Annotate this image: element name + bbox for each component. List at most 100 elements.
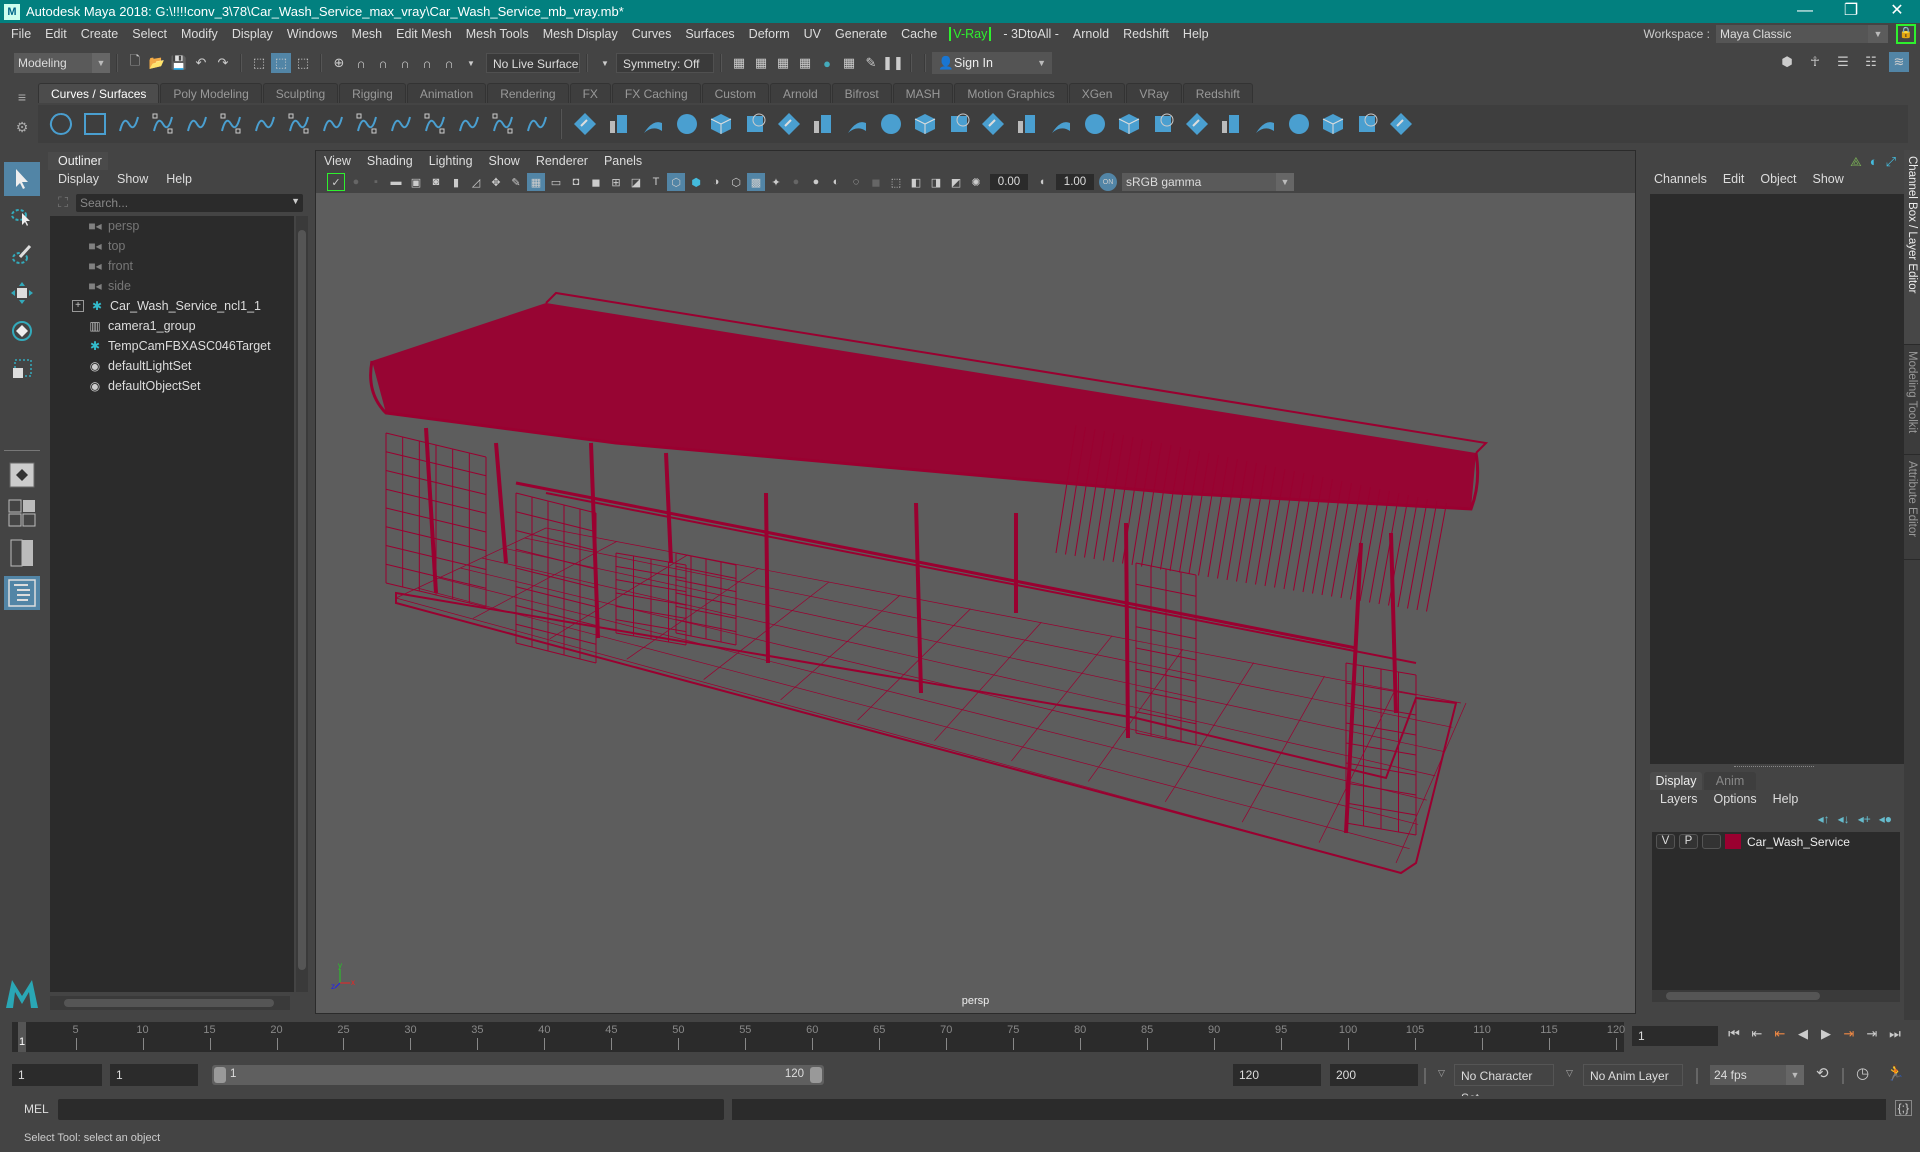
outliner-item[interactable]: ◉ defaultLightSet <box>86 356 192 376</box>
maximize-button[interactable]: ❐ <box>1828 0 1874 23</box>
shelf-menu-icon[interactable]: ≡ ⚙ <box>12 82 32 142</box>
curve-extend-icon[interactable] <box>350 107 384 141</box>
live-surface-field[interactable]: No Live Surface <box>486 53 580 73</box>
hyperbolic-icon[interactable]: ⤢ <box>1886 154 1896 170</box>
shelf-tab-motion-graphics[interactable]: Motion Graphics <box>954 83 1068 103</box>
birail-icon[interactable] <box>908 107 942 141</box>
layer-horizontal-scrollbar[interactable] <box>1652 990 1900 1002</box>
square-surface-icon[interactable] <box>976 107 1010 141</box>
safe-action-icon[interactable]: ◪ <box>627 173 645 191</box>
outliner-search-input[interactable]: Search... <box>76 194 303 212</box>
shelf-tab-sculpting[interactable]: Sculpting <box>262 83 339 103</box>
surface-fillet-icon[interactable] <box>1044 107 1078 141</box>
depth-of-field-icon[interactable]: ◼ <box>867 173 885 191</box>
shelf-tab-arnold[interactable]: Arnold <box>769 83 831 103</box>
outliner-item[interactable]: ■◂ side <box>86 276 131 296</box>
nurbs-sphere-icon[interactable] <box>568 107 602 141</box>
outliner-item[interactable]: ■◂ front <box>86 256 133 276</box>
minimize-button[interactable]: — <box>1782 0 1828 23</box>
speed-icon[interactable]: ◐ <box>1870 154 1878 170</box>
range-end-handle[interactable] <box>810 1067 822 1083</box>
range-slider-bar[interactable]: 1 120 <box>212 1065 824 1085</box>
step-forward-key-icon[interactable]: ⇥ <box>1839 1026 1859 1042</box>
menu-edit-mesh[interactable]: Edit Mesh <box>389 27 459 41</box>
intersect-icon[interactable] <box>1112 107 1146 141</box>
grid-icon[interactable]: ▦ <box>527 173 545 191</box>
filter-icon[interactable]: ⛶ <box>54 194 72 212</box>
xray-icon[interactable]: ▩ <box>747 173 765 191</box>
channel-box-menu-edit[interactable]: Edit <box>1723 172 1745 186</box>
isolate-select-icon[interactable]: ⬚ <box>887 173 905 191</box>
car-wash-wireframe-model[interactable] <box>316 193 1637 1013</box>
channel-box-menu-channels[interactable]: Channels <box>1654 172 1707 186</box>
color-space-dropdown[interactable]: sRGB gamma ▼ <box>1122 173 1294 191</box>
sign-in-button[interactable]: 👤 Sign In ▼ <box>932 52 1052 74</box>
render-settings-icon[interactable]: ▦ <box>795 53 815 73</box>
scale-tool-icon[interactable] <box>4 352 40 386</box>
film-gate-icon[interactable]: ▭ <box>547 173 565 191</box>
menu-modify[interactable]: Modify <box>174 27 225 41</box>
human-ik-icon[interactable]: ☥ <box>1805 52 1825 72</box>
rebuild-curve-icon[interactable] <box>418 107 452 141</box>
go-to-start-icon[interactable]: ⏮ <box>1724 1026 1744 1042</box>
outliner-item[interactable]: + ✱ Car_Wash_Service_ncl1_1 <box>72 296 261 316</box>
menu-3dtoall[interactable]: - 3DtoAll - <box>996 27 1066 41</box>
menu-cache[interactable]: Cache <box>894 27 944 41</box>
nurbs-cube-icon[interactable] <box>602 107 636 141</box>
anim-layer-field[interactable]: No Anim Layer <box>1583 1064 1683 1086</box>
use-all-lights-icon[interactable]: ✦ <box>767 173 785 191</box>
detach-surface-icon[interactable] <box>1248 107 1282 141</box>
menu-set-dropdown[interactable]: Modeling ▼ <box>14 53 110 73</box>
outliner-item[interactable]: ◉ defaultObjectSet <box>86 376 201 396</box>
revolve-icon[interactable] <box>772 107 806 141</box>
safe-title-icon[interactable]: T <box>647 173 665 191</box>
step-back-frame-icon[interactable]: ⇤ <box>1747 1026 1767 1042</box>
outliner-tab[interactable]: Outliner <box>48 152 108 170</box>
menu-mesh-tools[interactable]: Mesh Tools <box>459 27 536 41</box>
step-forward-frame-icon[interactable]: ⇥ <box>1862 1026 1882 1042</box>
move-layer-down-icon[interactable]: ◂↓ <box>1838 812 1850 826</box>
outliner-item[interactable]: ✱ TempCamFBXASC046Target <box>86 336 271 356</box>
snap-live-icon[interactable]: ∩ <box>417 53 437 73</box>
redo-icon[interactable]: ↷ <box>213 53 233 73</box>
menu-help[interactable]: Help <box>1176 27 1216 41</box>
scroll-thumb[interactable] <box>298 230 306 970</box>
scroll-thumb[interactable] <box>64 999 274 1007</box>
timeline-track[interactable]: 1 5 10 15 20 25 30 35 40 45 50 55 60 65 70 75 80 85 90 95 10… <box>12 1022 1625 1052</box>
shelf-tab-rigging[interactable]: Rigging <box>339 83 406 103</box>
step-back-key-icon[interactable]: ⇤ <box>1770 1026 1790 1042</box>
shelf-tab-vray[interactable]: VRay <box>1126 83 1182 103</box>
nurbs-cone-icon[interactable] <box>670 107 704 141</box>
fps-dropdown[interactable]: 24 fps ▼ <box>1710 1065 1804 1085</box>
ipr-render-icon[interactable]: ▦ <box>773 53 793 73</box>
new-empty-layer-icon[interactable]: ◂+ <box>1858 812 1871 826</box>
new-scene-icon[interactable]: 🗋 <box>125 53 145 73</box>
menu-select[interactable]: Select <box>125 27 174 41</box>
new-layer-selected-icon[interactable]: ◂● <box>1879 812 1892 826</box>
planar-icon[interactable] <box>840 107 874 141</box>
bookmark-camera-icon[interactable]: ◙ <box>427 173 445 191</box>
layer-menu-layers[interactable]: Layers <box>1660 792 1698 806</box>
tool-settings-icon[interactable]: ☷ <box>1861 52 1881 72</box>
menu-redshift[interactable]: Redshift <box>1116 27 1176 41</box>
ep-curve-icon[interactable] <box>214 107 248 141</box>
snap-curve-icon[interactable]: ∩ <box>351 53 371 73</box>
viewport-menu-lighting[interactable]: Lighting <box>429 154 473 168</box>
snap-view-plane-icon[interactable]: ∩ <box>395 53 415 73</box>
gate-mask-icon[interactable]: ◼ <box>587 173 605 191</box>
grease-pencil-icon[interactable]: ✎ <box>507 173 525 191</box>
range-start-handle[interactable] <box>214 1067 226 1083</box>
auto-key-icon[interactable]: ◷ <box>1856 1064 1869 1082</box>
shelf-tab-animation[interactable]: Animation <box>406 83 487 103</box>
select-camera-icon[interactable]: ▪ <box>367 173 385 191</box>
rotate-tool-icon[interactable] <box>4 314 40 348</box>
nurbs-cylinder-icon[interactable] <box>636 107 670 141</box>
layer-menu-options[interactable]: Options <box>1714 792 1757 806</box>
expand-icon[interactable]: + <box>72 300 84 312</box>
render-frame-icon[interactable]: ▦ <box>751 53 771 73</box>
xray-components-icon[interactable]: ◩ <box>947 173 965 191</box>
vray-toggle-icon[interactable]: ✓ <box>327 173 345 191</box>
xray-active-icon[interactable]: ◨ <box>927 173 945 191</box>
surface-editing-icon[interactable] <box>1384 107 1418 141</box>
chevron-down-icon[interactable]: ▽ <box>1438 1068 1445 1079</box>
